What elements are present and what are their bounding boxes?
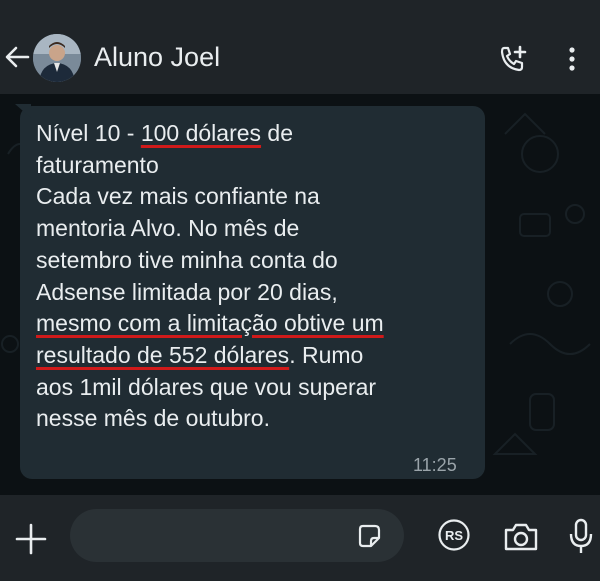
rs-icon: RS: [438, 519, 470, 551]
message-segment: aos 1mil dólares que vou superar: [36, 373, 377, 400]
avatar[interactable]: [33, 34, 81, 82]
microphone-icon: [569, 518, 593, 553]
sticker-icon: [358, 524, 381, 548]
message-text: Nível 10 - 100 dólares de faturamento Ca…: [36, 118, 476, 435]
message-segment: nesse mês de outubro.: [36, 405, 270, 432]
message-segment: mentoria Alvo. No mês de: [36, 215, 300, 242]
chat-header: Aluno Joel: [0, 0, 600, 94]
underlined-segment: 100 dólares: [140, 120, 262, 146]
message-segment: Cada vez mais confiante na: [36, 183, 320, 210]
camera-button[interactable]: [502, 521, 540, 553]
message-composer: RS: [0, 495, 600, 581]
arrow-left-icon: [5, 46, 30, 68]
message-segment: Nível 10 -: [36, 120, 141, 146]
more-options-button[interactable]: [562, 44, 582, 74]
microphone-button[interactable]: [567, 518, 595, 556]
contact-name[interactable]: Aluno Joel: [94, 40, 220, 74]
camera-icon: [504, 523, 538, 551]
message-segment: Adsense limitada por 20 dias,: [36, 278, 338, 305]
contact-photo: [33, 34, 81, 82]
message-segment: . Rumo: [289, 341, 364, 368]
sticker-button[interactable]: [356, 523, 382, 549]
add-call-icon: [500, 45, 527, 72]
message-time: 11:25: [413, 455, 457, 475]
underlined-segment: mesmo com a limitação obtive um: [36, 310, 384, 337]
attach-button[interactable]: [14, 522, 48, 556]
add-call-button[interactable]: [498, 44, 528, 74]
vertical-ellipsis-icon: [569, 47, 575, 71]
bubble-tail: [15, 104, 31, 118]
plus-icon: [15, 523, 47, 555]
back-button[interactable]: [4, 44, 30, 70]
rs-button[interactable]: RS: [437, 518, 471, 552]
chat-area: Nível 10 - 100 dólares de faturamento Ca…: [0, 94, 600, 495]
message-segment: faturamento: [36, 151, 159, 178]
message-segment: de: [261, 120, 294, 146]
message-segment: setembro tive minha conta do: [36, 246, 338, 273]
svg-text:RS: RS: [445, 528, 463, 543]
message-input[interactable]: [70, 509, 404, 562]
underlined-segment: resultado de 552 dólares: [36, 341, 290, 368]
